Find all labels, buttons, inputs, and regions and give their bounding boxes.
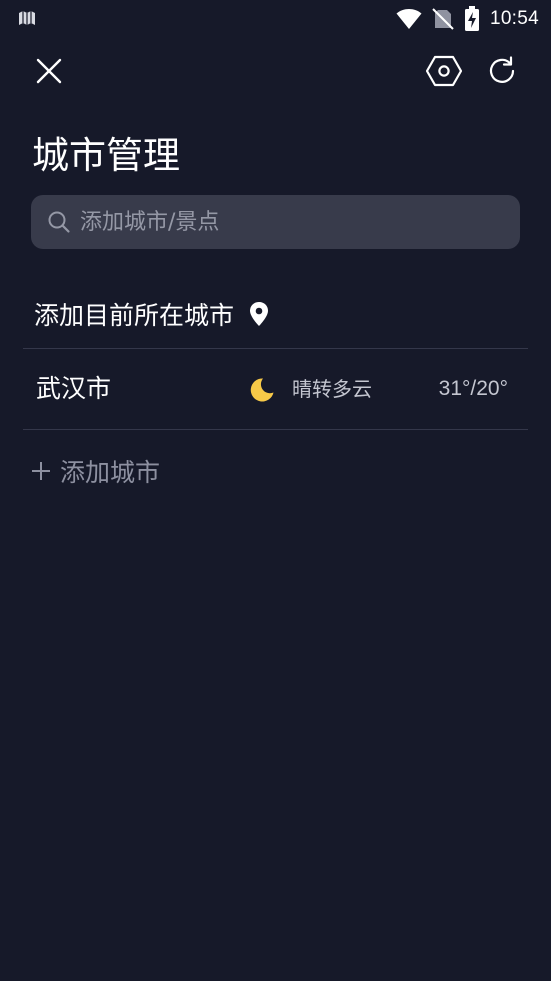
search-icon: [48, 211, 70, 233]
refresh-button[interactable]: [482, 52, 522, 90]
divider: [23, 429, 528, 430]
city-list-item[interactable]: 武汉市 晴转多云 31°/20°: [23, 350, 528, 429]
refresh-icon: [489, 56, 515, 83]
temperature-range: 31°/20°: [438, 377, 508, 400]
weather-description: 晴转多云: [292, 377, 372, 401]
status-time: 10:54: [489, 8, 539, 29]
divider: [23, 348, 528, 349]
add-city-button[interactable]: 添加城市: [23, 445, 160, 497]
status-bar: 10:54: [0, 0, 551, 38]
search-box[interactable]: [31, 195, 520, 249]
settings-button[interactable]: [424, 52, 464, 90]
city-name: 武汉市: [36, 374, 112, 403]
battery-charging-icon: [464, 6, 479, 31]
no-sim-icon: [432, 8, 454, 30]
plus-icon: [32, 462, 50, 480]
status-icons: 10:54: [396, 4, 539, 34]
add-current-city-label: 添加目前所在城市: [34, 301, 235, 330]
moon-icon: [250, 378, 274, 402]
wifi-icon: [396, 9, 422, 29]
search-input[interactable]: [80, 202, 520, 242]
close-icon: [36, 58, 62, 84]
add-current-city-row[interactable]: 添加目前所在城市: [23, 280, 528, 348]
close-button[interactable]: [30, 52, 68, 90]
add-city-label: 添加城市: [60, 458, 161, 487]
city-management-screen: 10:54 城市管理 添加目前所在城市: [0, 0, 551, 981]
hexagon-settings-icon: [426, 55, 462, 87]
map-icon: [19, 11, 35, 25]
location-pin-icon: [250, 302, 269, 326]
page-title: 城市管理: [32, 134, 180, 177]
